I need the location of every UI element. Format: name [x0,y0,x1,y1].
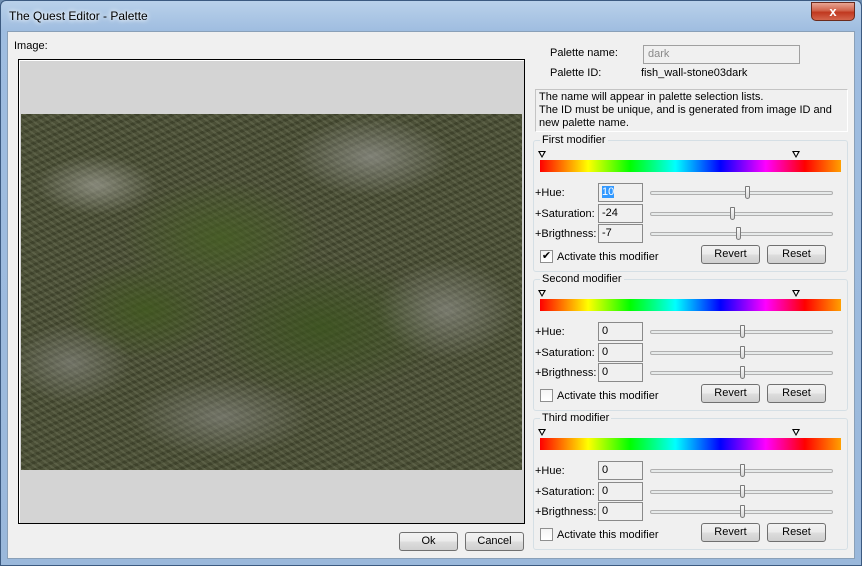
hint-line: The name will appear in palette selectio… [539,91,764,103]
ok-button[interactable]: Ok [399,532,458,551]
hint-line: new palette name. [539,117,629,129]
palette-id-value: fish_wall-stone03dark [641,67,748,79]
activate-label: Activate this modifier [557,390,659,402]
hue-slider[interactable] [650,186,833,199]
activate-label: Activate this modifier [557,251,659,263]
hue-input[interactable]: 0 [598,322,643,341]
range-end-marker[interactable] [792,151,800,158]
revert-button[interactable]: Revert [701,245,760,264]
brightness-label: +Brigthness: [535,367,597,379]
hue-label: +Hue: [535,326,565,338]
revert-button[interactable]: Revert [701,384,760,403]
palette-window: The Quest Editor - Palette x Image: Pale… [0,0,862,566]
hue-spectrum [540,299,841,311]
title-bar[interactable]: The Quest Editor - Palette x [1,1,861,31]
hue-spectrum [540,160,841,172]
range-start-marker[interactable] [538,151,546,158]
brightness-label: +Brigthness: [535,506,597,518]
saturation-input[interactable]: 0 [598,343,643,362]
saturation-label: +Saturation: [535,486,595,498]
saturation-label: +Saturation: [535,208,595,220]
slider-thumb[interactable] [739,346,745,359]
reset-button[interactable]: Reset [767,245,826,264]
brightness-input[interactable]: -7 [598,224,643,243]
reset-button[interactable]: Reset [767,384,826,403]
slider-thumb[interactable] [739,366,745,379]
group-title: Second modifier [540,273,624,285]
range-start-marker[interactable] [538,290,546,297]
palette-name-label: Palette name: [550,47,618,59]
hue-input[interactable]: 10 [598,183,643,202]
slider-thumb[interactable] [739,485,745,498]
slider-thumb[interactable] [744,186,750,199]
brightness-label: +Brigthness: [535,228,597,240]
brightness-slider[interactable] [650,366,833,379]
slider-thumb[interactable] [735,227,741,240]
saturation-input[interactable]: 0 [598,482,643,501]
activate-checkbox[interactable] [540,528,553,541]
range-end-marker[interactable] [792,290,800,297]
palette-id-label: Palette ID: [550,67,602,79]
window-title: The Quest Editor - Palette [9,9,148,23]
third-modifier-group: Third modifier +Hue: 0 +Saturation: 0 +B… [533,412,848,550]
activate-checkbox[interactable] [540,389,553,402]
reset-button[interactable]: Reset [767,523,826,542]
cancel-button[interactable]: Cancel [465,532,524,551]
slider-thumb[interactable] [739,325,745,338]
slider-thumb[interactable] [739,464,745,477]
activate-checkbox[interactable]: ✔ [540,250,553,263]
texture-image [21,114,522,470]
hint-text: The name will appear in palette selectio… [535,89,848,132]
range-end-marker[interactable] [792,429,800,436]
hint-line: The ID must be unique, and is generated … [539,104,832,116]
hue-input[interactable]: 0 [598,461,643,480]
range-start-marker[interactable] [538,429,546,436]
palette-name-field[interactable]: dark [643,45,800,64]
image-preview [18,59,525,524]
revert-button[interactable]: Revert [701,523,760,542]
group-title: Third modifier [540,412,612,424]
brightness-input[interactable]: 0 [598,363,643,382]
saturation-slider[interactable] [650,485,833,498]
dialog-body: Image: Palette name: dark Palette ID: fi… [7,31,855,559]
saturation-input[interactable]: -24 [598,204,643,223]
first-modifier-group: First modifier +Hue: 10 +Saturation: -24… [533,134,848,272]
activate-label: Activate this modifier [557,529,659,541]
hue-slider[interactable] [650,464,833,477]
second-modifier-group: Second modifier +Hue: 0 +Saturation: 0 +… [533,273,848,411]
hue-label: +Hue: [535,465,565,477]
slider-thumb[interactable] [730,207,736,220]
brightness-input[interactable]: 0 [598,502,643,521]
saturation-slider[interactable] [650,346,833,359]
hue-spectrum [540,438,841,450]
saturation-label: +Saturation: [535,347,595,359]
saturation-slider[interactable] [650,207,833,220]
slider-thumb[interactable] [739,505,745,518]
brightness-slider[interactable] [650,505,833,518]
brightness-slider[interactable] [650,227,833,240]
close-button[interactable]: x [811,2,855,21]
hue-slider[interactable] [650,325,833,338]
close-icon: x [829,4,837,19]
hue-label: +Hue: [535,187,565,199]
group-title: First modifier [540,134,608,146]
image-label: Image: [14,40,48,52]
